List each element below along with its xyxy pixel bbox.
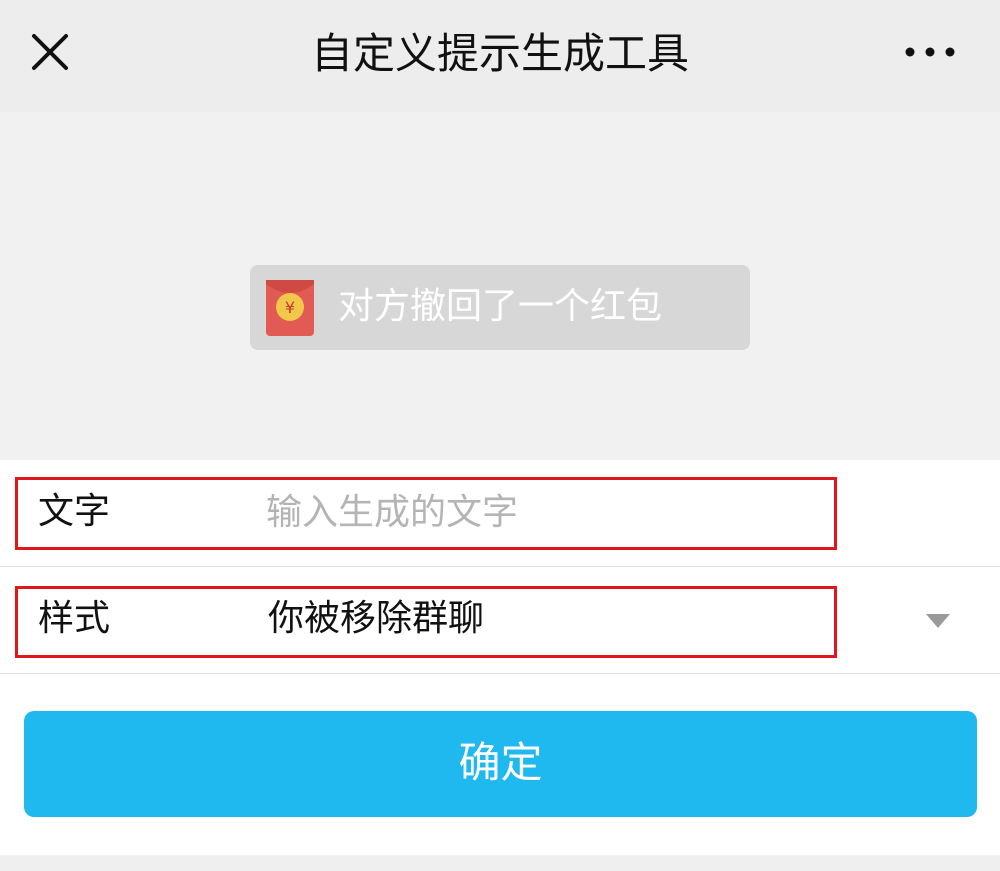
highlight-box-text	[15, 477, 837, 550]
more-icon[interactable]	[902, 40, 958, 64]
bottom-strip	[0, 855, 1000, 871]
highlight-box-style	[15, 586, 837, 658]
settings-form: 文字 样式 你被移除群聊	[0, 460, 1000, 674]
top-bar: 自定义提示生成工具	[0, 0, 1000, 112]
close-icon[interactable]	[28, 30, 72, 74]
style-row[interactable]: 样式 你被移除群聊	[0, 567, 1000, 673]
system-notice: ¥ 对方撤回了一个红包	[250, 265, 750, 350]
yuan-symbol: ¥	[285, 298, 295, 317]
preview-area: ¥ 对方撤回了一个红包	[0, 112, 1000, 460]
notice-text: 对方撤回了一个红包	[338, 286, 663, 327]
chevron-down-icon[interactable]	[924, 612, 952, 630]
page-title: 自定义提示生成工具	[310, 29, 689, 78]
confirm-button[interactable]: 确定	[24, 711, 977, 817]
red-envelope-icon: ¥	[266, 280, 314, 336]
text-row: 文字	[0, 460, 1000, 566]
